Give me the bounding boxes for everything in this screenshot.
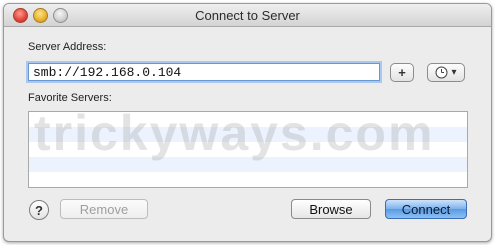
clock-icon xyxy=(435,66,448,79)
title-bar[interactable]: Connect to Server xyxy=(4,4,491,27)
window-title: Connect to Server xyxy=(195,8,300,23)
server-address-label: Server Address: xyxy=(28,41,107,53)
server-address-input[interactable] xyxy=(28,63,380,81)
favorite-servers-list[interactable] xyxy=(28,111,468,188)
chevron-down-icon: ▾ xyxy=(451,67,457,78)
question-icon: ? xyxy=(35,202,43,218)
recent-servers-button[interactable]: ▾ xyxy=(427,63,465,82)
add-favorite-button[interactable]: + xyxy=(390,63,414,82)
list-row xyxy=(29,112,467,127)
list-row xyxy=(29,127,467,142)
list-row xyxy=(29,172,467,187)
connect-button[interactable]: Connect xyxy=(385,199,467,219)
favorite-servers-label: Favorite Servers: xyxy=(28,92,112,104)
help-button[interactable]: ? xyxy=(29,200,49,220)
remove-button[interactable]: Remove xyxy=(60,199,148,219)
list-row xyxy=(29,142,467,157)
connect-to-server-window: Connect to Server Server Address: + ▾ Fa… xyxy=(3,3,492,242)
browse-button[interactable]: Browse xyxy=(291,199,371,219)
plus-icon: + xyxy=(398,65,406,80)
list-row xyxy=(29,157,467,172)
